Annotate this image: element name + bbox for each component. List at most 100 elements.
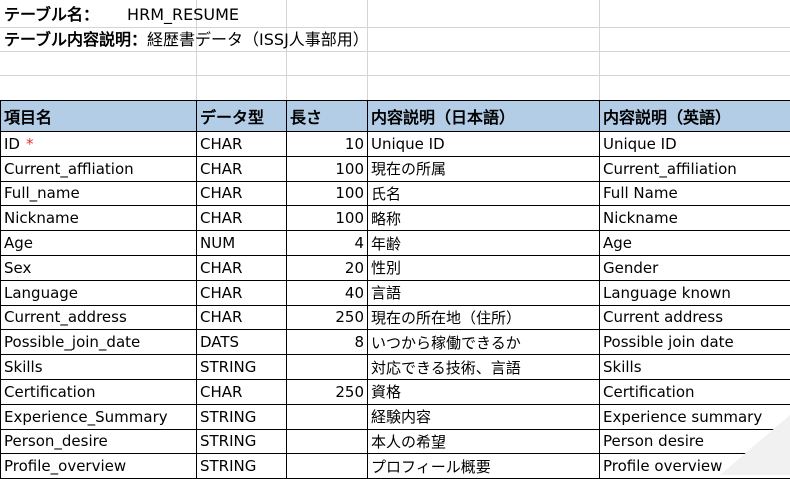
description-ja-cell-text: 年齢 xyxy=(371,235,401,253)
table-name-value: HRM_RESUME xyxy=(127,5,239,24)
description-ja-cell: 年齢 xyxy=(368,231,600,256)
description-ja-cell-text: 性別 xyxy=(371,259,401,277)
table-row: Current_affliationCHAR100現在の所属Current_af… xyxy=(1,156,790,181)
description-en-cell: Current_affiliation xyxy=(600,156,790,181)
field-name-cell: Nickname xyxy=(1,206,197,231)
required-asterisk-icon: * xyxy=(26,135,34,153)
field-name-cell-text: Language xyxy=(4,284,78,302)
data-type-cell-text: CHAR xyxy=(200,308,242,326)
length-cell: 20 xyxy=(287,255,368,280)
page-corner-shade xyxy=(720,415,790,475)
table-row: Full_name CHAR 100氏名Full Name xyxy=(1,181,790,206)
table-row: ID*CHAR10Unique IDUnique ID xyxy=(1,132,790,157)
description-en-cell-text: Unique ID xyxy=(603,135,677,153)
description-ja-cell: 略称 xyxy=(368,206,600,231)
description-en-cell-text: Current address xyxy=(603,308,723,326)
description-ja-cell: 対応できる技術、言語 xyxy=(368,355,600,380)
data-type-cell-text: STRING xyxy=(200,408,256,426)
field-name-cell: Skills xyxy=(1,355,197,380)
table-body: ID*CHAR10Unique IDUnique IDCurrent_affli… xyxy=(1,132,790,479)
data-type-cell-text: STRING xyxy=(200,432,256,450)
length-cell: 10 xyxy=(287,132,368,157)
data-type-cell-text: DATS xyxy=(200,333,239,351)
data-type-cell-text: STRING xyxy=(200,457,256,475)
table-description-line: テーブル内容説明：経歴書データ（ISSJ人事部用） xyxy=(4,29,369,51)
length-cell xyxy=(287,404,368,429)
description-en-cell: Unique ID xyxy=(600,132,790,157)
description-ja-cell-text: 経験内容 xyxy=(371,408,431,426)
data-type-cell-text: CHAR xyxy=(200,209,242,227)
description-ja-cell: Unique ID xyxy=(368,132,600,157)
data-type-cell: STRING xyxy=(197,404,287,429)
field-name-cell: Experience_Summary xyxy=(1,404,197,429)
description-ja-cell-text: いつから稼働できるか xyxy=(371,334,521,352)
length-cell-text: 40 xyxy=(345,284,364,302)
length-cell: 4 xyxy=(287,231,368,256)
length-cell-text: 250 xyxy=(335,383,364,401)
description-ja-cell-text: 略称 xyxy=(371,210,401,228)
length-cell: 100 xyxy=(287,156,368,181)
data-type-cell-text: CHAR xyxy=(200,184,242,202)
field-name-cell: Age xyxy=(1,231,197,256)
description-en-cell: Skills xyxy=(600,355,790,380)
field-name-cell-text: Current_address xyxy=(4,308,127,326)
field-name-cell-text: Certification xyxy=(4,383,96,401)
description-en-cell: Current address xyxy=(600,305,790,330)
data-type-cell: NUM xyxy=(197,231,287,256)
description-ja-cell: 現在の所在地（住所） xyxy=(368,305,600,330)
description-en-cell: Age xyxy=(600,231,790,256)
field-name-cell-text: Full_name xyxy=(4,184,80,202)
field-name-cell-text: Profile_overview xyxy=(4,457,126,475)
description-ja-cell-text: 言語 xyxy=(371,284,401,302)
table-row: NicknameCHAR100略称Nickname xyxy=(1,206,790,231)
description-en-cell: Possible join date xyxy=(600,330,790,355)
description-ja-cell-text: Unique ID xyxy=(371,135,445,153)
length-cell xyxy=(287,429,368,454)
data-type-cell: CHAR xyxy=(197,132,287,157)
description-en-cell: Full Name xyxy=(600,181,790,206)
description-en-cell-text: Language known xyxy=(603,284,731,302)
description-en-cell-text: Full Name xyxy=(603,184,678,202)
description-ja-cell-text: 現在の所属 xyxy=(371,160,446,178)
data-type-cell: CHAR xyxy=(197,156,287,181)
header-description-ja: 内容説明（日本語） xyxy=(368,101,600,132)
description-ja-cell: いつから稼働できるか xyxy=(368,330,600,355)
data-type-cell-text: CHAR xyxy=(200,383,242,401)
field-name-cell-text: Age xyxy=(4,234,33,252)
length-cell-text: 4 xyxy=(354,234,364,252)
length-cell-text: 100 xyxy=(335,209,364,227)
length-cell-text: 250 xyxy=(335,308,364,326)
description-ja-cell: 氏名 xyxy=(368,181,600,206)
description-en-cell-text: Skills xyxy=(603,358,642,376)
description-en-cell-text: Gender xyxy=(603,259,658,277)
data-type-cell: CHAR xyxy=(197,181,287,206)
description-ja-cell-text: 資格 xyxy=(371,383,401,401)
data-type-cell-text: CHAR xyxy=(200,135,242,153)
field-name-cell-text: Possible_join_date xyxy=(4,333,140,351)
description-en-cell-text: Possible join date xyxy=(603,333,734,351)
table-row: Person_desireSTRING本人の希望Person desire xyxy=(1,429,790,454)
length-cell: 250 xyxy=(287,379,368,404)
data-type-cell-text: NUM xyxy=(200,234,235,252)
table-row: LanguageCHAR40言語Language known xyxy=(1,280,790,305)
description-ja-cell: 資格 xyxy=(368,379,600,404)
description-en-cell-text: Age xyxy=(603,234,632,252)
description-ja-cell: 言語 xyxy=(368,280,600,305)
length-cell: 8 xyxy=(287,330,368,355)
field-name-cell-text: ID xyxy=(4,135,20,153)
description-en-cell-text: Nickname xyxy=(603,209,678,227)
field-name-cell-text: Skills xyxy=(4,358,43,376)
description-en-cell-text: Person desire xyxy=(603,432,704,450)
data-type-cell-text: CHAR xyxy=(200,259,242,277)
description-ja-cell-text: プロフィール概要 xyxy=(371,458,491,476)
description-ja-cell: 経験内容 xyxy=(368,404,600,429)
description-ja-cell: 現在の所属 xyxy=(368,156,600,181)
data-type-cell: CHAR xyxy=(197,379,287,404)
header-row: 項目名 データ型 長さ 内容説明（日本語） 内容説明（英語） xyxy=(1,101,790,132)
data-type-cell: CHAR xyxy=(197,305,287,330)
length-cell: 100 xyxy=(287,181,368,206)
table-row: Experience_SummarySTRING経験内容Experience s… xyxy=(1,404,790,429)
description-en-cell-text: Profile overview xyxy=(603,457,722,475)
table-row: Current_address CHAR 250現在の所在地（住所）Current … xyxy=(1,305,790,330)
description-ja-cell: 性別 xyxy=(368,255,600,280)
